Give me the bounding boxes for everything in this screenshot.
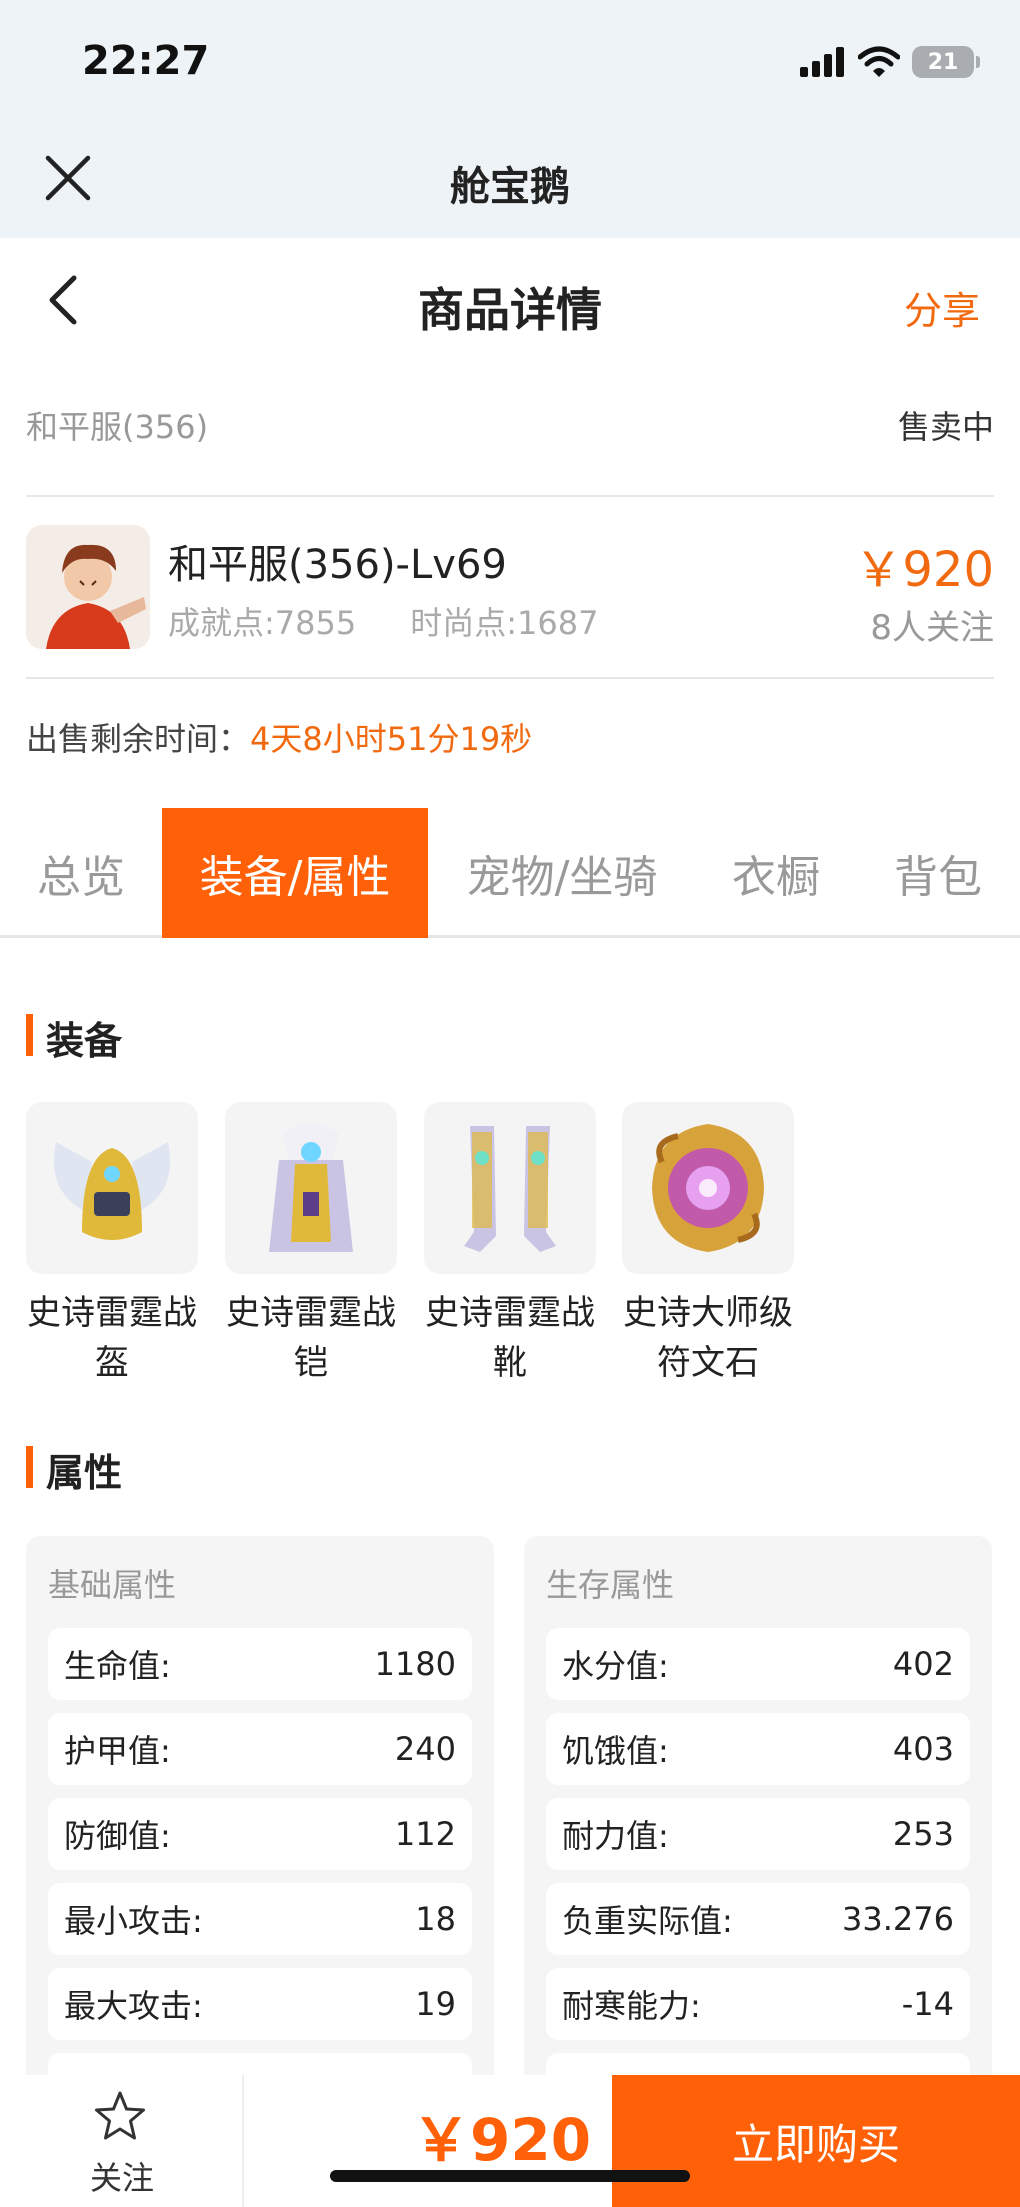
attribute-label: 防御值: (64, 1817, 171, 1855)
attribute-row: 生命值: 1180 (48, 1628, 472, 1700)
divider (26, 495, 994, 497)
star-icon (95, 2091, 145, 2140)
remaining-time: 出售剩余时间：4天8小时51分19秒 (26, 714, 532, 760)
status-time: 22:27 (82, 38, 210, 84)
rune-stone-icon (622, 1102, 794, 1274)
attribute-row: 护甲值: 240 (48, 1713, 472, 1785)
attribute-label: 饥饿值: (562, 1732, 669, 1770)
battery-icon: 21 (912, 46, 980, 78)
equipment-item[interactable]: 史诗大师级 符文石 (622, 1102, 794, 1388)
share-button[interactable]: 分享 (904, 280, 980, 335)
server-row: 和平服(356) 售卖中 (26, 402, 994, 448)
attribute-row: 负重实际值: 33.276 (546, 1883, 970, 1955)
signal-icon (800, 47, 844, 77)
tab-pets-mounts[interactable]: 宠物/坐骑 (428, 808, 696, 938)
equipment-name: 符文石 (657, 1343, 759, 1383)
attribute-value: 402 (892, 1645, 954, 1683)
product-stats: 成就点:7855 时尚点:1687 (168, 598, 598, 644)
attribute-row: 饥饿值: 403 (546, 1713, 970, 1785)
attribute-label: 耐寒能力: (562, 1987, 701, 2025)
equipment-item[interactable]: 史诗雷霆战 靴 (424, 1102, 596, 1388)
attribute-value: 240 (394, 1730, 456, 1768)
equipment-name: 靴 (493, 1343, 527, 1383)
panel-title: 生存属性 (546, 1566, 675, 1604)
follow-label: 关注 (89, 2159, 154, 2197)
wifi-icon (858, 46, 900, 77)
survival-attributes-panel: 生存属性 水分值: 402 饥饿值: 403 耐力值: 253 负重实际值: 3… (524, 1536, 992, 2096)
attribute-value: 33.276 (842, 1900, 954, 1938)
remaining-time-label: 出售剩余时间： (26, 720, 251, 758)
section-title-equipment: 装备 (26, 1010, 122, 1065)
buy-now-button[interactable]: 立即购买 (612, 2075, 1020, 2207)
server-name: 和平服(356) (26, 408, 209, 446)
follower-count: 8人关注 (870, 608, 994, 648)
page-title: 商品详情 (418, 283, 602, 337)
home-indicator[interactable] (330, 2170, 690, 2182)
basic-attributes-panel: 基础属性 生命值: 1180 护甲值: 240 防御值: 112 最小攻击: 1… (26, 1536, 494, 2096)
equipment-name: 史诗雷霆战 (27, 1293, 197, 1333)
product-price: ￥920 (854, 542, 994, 598)
follow-button[interactable]: 关注 (0, 2075, 244, 2207)
attribute-value: 1180 (374, 1645, 456, 1683)
equipment-item[interactable]: 史诗雷霆战 盔 (26, 1102, 198, 1388)
product-name: 和平服(356)-Lv69 (168, 542, 507, 588)
attribute-row: 耐力值: 253 (546, 1798, 970, 1870)
bottom-price: ￥920 (412, 2106, 592, 2174)
equipment-name: 史诗雷霆战 (425, 1293, 595, 1333)
boots-icon (424, 1102, 596, 1274)
tab-overview[interactable]: 总览 (0, 808, 162, 938)
attribute-row: 水分值: 402 (546, 1628, 970, 1700)
bottom-action-bar: 关注 ￥920 立即购买 (0, 2075, 1020, 2207)
product-card: 和平服(356)-Lv69 成就点:7855 时尚点:1687 ￥920 8人关… (26, 520, 994, 654)
nav-bar: 商品详情 分享 (0, 238, 1020, 368)
attribute-value: 403 (892, 1730, 954, 1768)
attribute-label: 最小攻击: (64, 1902, 203, 1940)
tab-wardrobe[interactable]: 衣橱 (696, 808, 856, 938)
attribute-row: 最大攻击: 19 (48, 1968, 472, 2040)
equipment-name: 盔 (95, 1343, 129, 1383)
equipment-name: 铠 (294, 1343, 328, 1383)
sale-status: 售卖中 (897, 408, 994, 446)
equipment-name: 史诗雷霆战 (226, 1293, 396, 1333)
attribute-label: 最大攻击: (64, 1987, 203, 2025)
back-arrow-icon[interactable] (40, 270, 90, 330)
equipment-item[interactable]: 史诗雷霆战 铠 (225, 1102, 397, 1388)
attribute-value: 253 (892, 1815, 954, 1853)
attribute-label: 护甲值: (64, 1732, 171, 1770)
attribute-value: -14 (901, 1985, 954, 2023)
attribute-value: 19 (415, 1985, 456, 2023)
status-bar: 22:27 21 (0, 0, 1020, 120)
helmet-icon (26, 1102, 198, 1274)
panel-title: 基础属性 (48, 1566, 177, 1604)
attribute-label: 水分值: (562, 1647, 669, 1685)
detail-tabs: 总览 装备/属性 宠物/坐骑 衣橱 背包 (0, 808, 1020, 938)
tab-equipment-attributes[interactable]: 装备/属性 (162, 808, 428, 938)
equipment-name: 史诗大师级 (623, 1293, 793, 1333)
attribute-row: 耐寒能力: -14 (546, 1968, 970, 2040)
fashion-points: 时尚点:1687 (410, 604, 599, 642)
attribute-value: 112 (394, 1815, 456, 1853)
mini-app-title: 舱宝鹅 (450, 164, 570, 210)
attribute-label: 负重实际值: (562, 1902, 733, 1940)
status-icons: 21 (800, 46, 980, 78)
mini-app-header: 舱宝鹅 (0, 120, 1020, 238)
section-title-attributes: 属性 (26, 1442, 122, 1497)
character-avatar (26, 525, 150, 649)
attribute-row: 防御值: 112 (48, 1798, 472, 1870)
divider (26, 677, 994, 679)
attribute-row: 最小攻击: 18 (48, 1883, 472, 1955)
attribute-label: 耐力值: (562, 1817, 669, 1855)
achievement-points: 成就点:7855 (168, 604, 357, 642)
armor-icon (225, 1102, 397, 1274)
tab-backpack[interactable]: 背包 (856, 808, 1020, 938)
attribute-value: 18 (415, 1900, 456, 1938)
remaining-time-value: 4天8小时51分19秒 (250, 720, 533, 758)
attribute-label: 生命值: (64, 1647, 171, 1685)
